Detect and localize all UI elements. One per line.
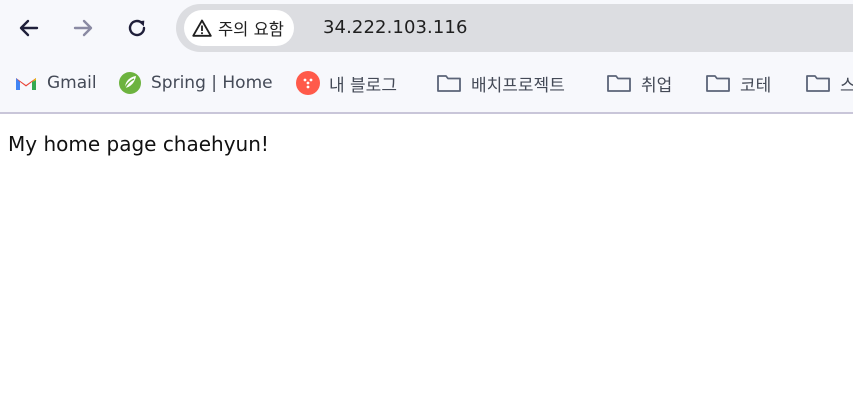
arrow-right-icon: [73, 19, 93, 37]
bookmark-label: 내 블로그: [329, 75, 397, 96]
bookmark-blog[interactable]: 내 블로그: [296, 68, 397, 98]
reload-icon: [128, 19, 146, 37]
bookmark-folder-job[interactable]: 취업: [606, 68, 672, 98]
bookmark-folder-more[interactable]: 스: [805, 68, 853, 98]
security-label: 주의 요함: [218, 20, 284, 39]
address-bar[interactable]: 주의 요함 34.222.103.116: [176, 4, 853, 52]
page-content: My home page chaehyun!: [0, 114, 853, 413]
bookmarks-bar: Gmail Spring | Home 내 블로그 배치프로젝트 취업 코테 스: [0, 56, 853, 114]
bookmark-label: 스: [840, 75, 853, 96]
forward-button[interactable]: [63, 8, 103, 48]
warning-triangle-icon: [192, 19, 212, 37]
bookmark-gmail[interactable]: Gmail: [14, 68, 97, 98]
folder-icon: [607, 75, 631, 92]
folder-icon: [437, 75, 461, 92]
bookmark-label: 배치프로젝트: [471, 75, 565, 96]
bookmark-label: 코테: [740, 75, 772, 96]
reload-button[interactable]: [117, 8, 157, 48]
arrow-left-icon: [19, 19, 39, 37]
bookmark-folder-codingtest[interactable]: 코테: [705, 68, 771, 98]
back-button[interactable]: [9, 8, 49, 48]
bookmark-label: Gmail: [47, 73, 97, 93]
bookmark-label: 취업: [641, 75, 673, 96]
gmail-icon: [16, 78, 36, 90]
folder-icon: [706, 75, 730, 92]
url-text[interactable]: 34.222.103.116: [323, 17, 468, 38]
bookmark-spring[interactable]: Spring | Home: [118, 68, 273, 98]
page-heading-text: My home page chaehyun!: [8, 132, 269, 156]
bookmark-label: Spring | Home: [151, 73, 273, 93]
bookmark-folder-batch[interactable]: 배치프로젝트: [436, 68, 565, 98]
spring-icon: [119, 72, 141, 94]
browser-toolbar: 주의 요함 34.222.103.116: [0, 0, 853, 56]
blog-icon: [296, 71, 320, 95]
security-chip[interactable]: 주의 요함: [184, 10, 294, 46]
folder-icon: [806, 75, 830, 92]
